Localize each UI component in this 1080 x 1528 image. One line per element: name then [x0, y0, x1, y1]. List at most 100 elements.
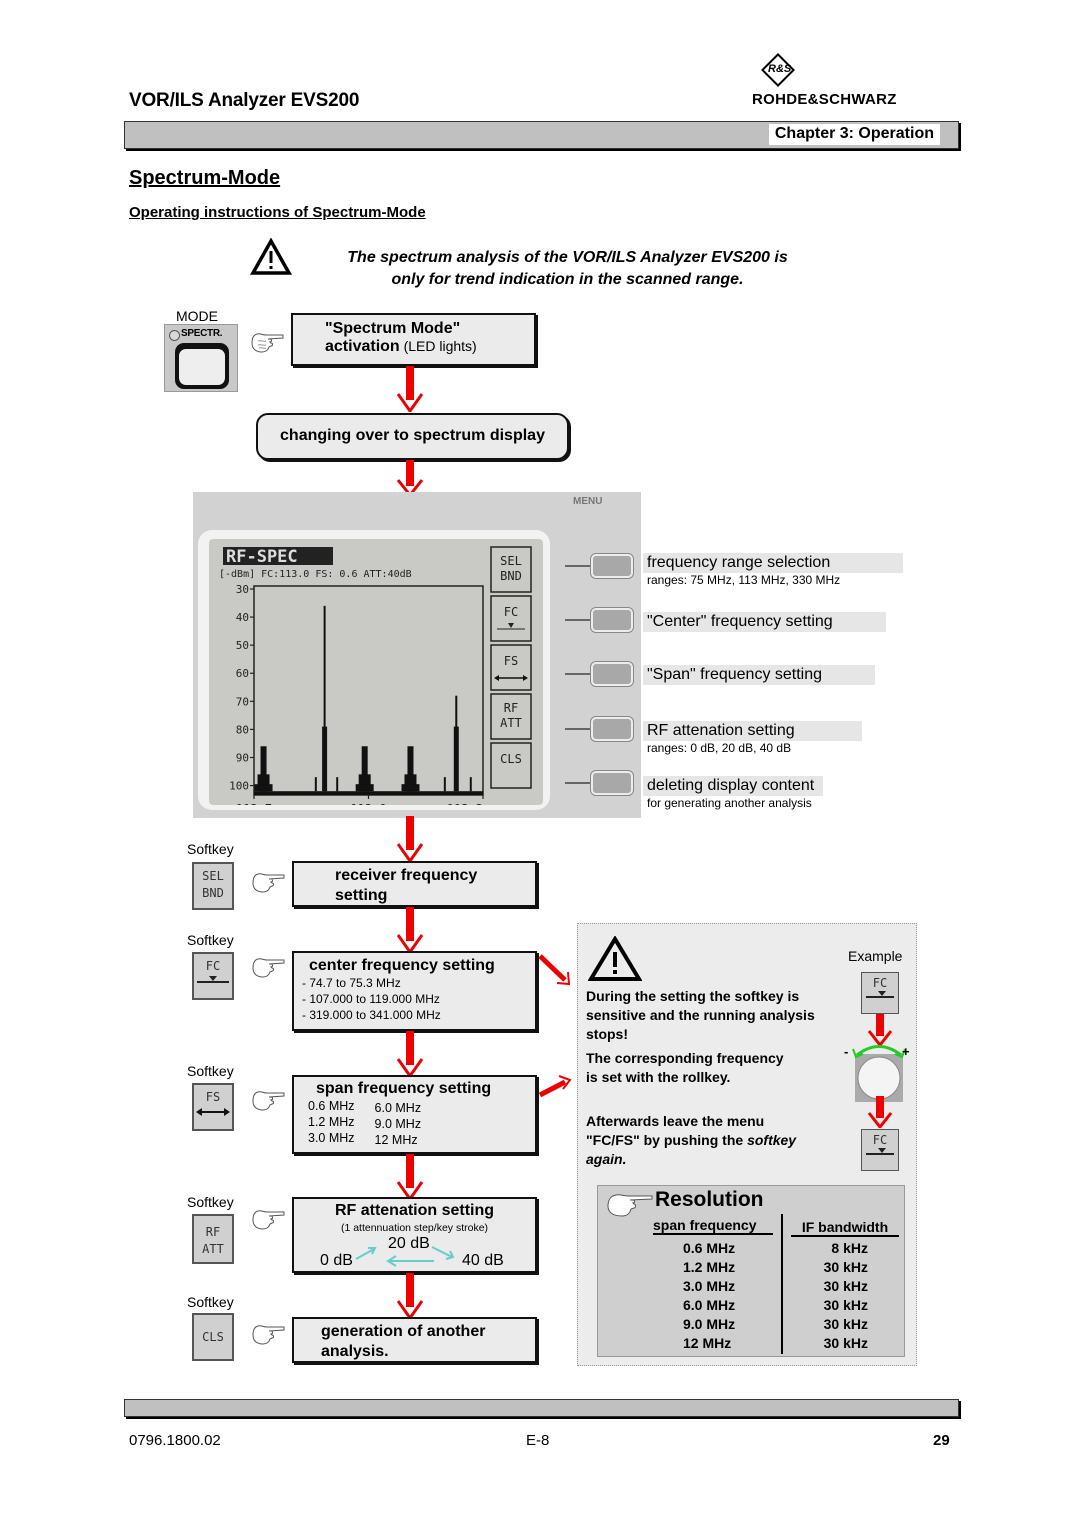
flow-arrow — [397, 907, 423, 953]
flow-arrow — [867, 1096, 893, 1128]
table-row: 12 MHz 30 kHz — [598, 1335, 904, 1354]
resolution-table: Resolution span frequency IF bandwidth 0… — [597, 1185, 905, 1357]
rf-attenuation-box: RF attenation setting (1 attennuation st… — [292, 1197, 537, 1273]
key-description-4: RF attenation setting ranges: 0 dB, 20 d… — [643, 721, 862, 755]
y-tick-label: 70 — [236, 695, 249, 708]
flow-arrow — [397, 460, 423, 496]
att-level-0: 0 dB — [320, 1252, 353, 1269]
menu-key-2[interactable] — [591, 608, 633, 632]
lcd-softkey-label: FC — [504, 605, 518, 619]
warning-icon — [250, 238, 292, 275]
peak-bar — [469, 777, 472, 792]
chapter-label: Chapter 3: Operation — [768, 124, 940, 145]
lcd-softkey-label: CLS — [500, 752, 522, 766]
spectr-mode-button[interactable]: SPECTR. — [164, 324, 238, 392]
table-row: 0.6 MHz 8 kHz — [598, 1240, 904, 1259]
y-tick-label: 60 — [236, 667, 249, 680]
rollkey-plus: + — [902, 1044, 910, 1059]
x-tick-label: 112.7 — [236, 802, 272, 805]
rollkey-minus: - — [844, 1044, 849, 1059]
spectrum-chart: RF-SPEC [-dBm] FC:113.0 FS: 0.6 ATT:40dB 3… — [219, 546, 532, 827]
y-tick-label: 30 — [236, 583, 249, 596]
fc-marker-icon — [197, 976, 229, 983]
softkey-fs[interactable]: FS — [192, 1083, 234, 1131]
pointing-hand-icon — [607, 1194, 653, 1217]
fs-arrow-icon — [523, 675, 528, 681]
peak-skirt — [401, 784, 420, 792]
key-description-5: deleting display content for generating … — [643, 776, 823, 810]
flow-arrow — [397, 1031, 423, 1077]
receiver-frequency-box: receiver frequency setting — [292, 861, 537, 907]
y-tick-label: 90 — [236, 751, 249, 764]
lcd-softkey-label: FS — [504, 654, 518, 668]
document-title: VOR/ILS Analyzer EVS200 — [129, 90, 360, 111]
peak-bar — [453, 726, 459, 792]
span-frequency-cell: 1.2 MHz — [683, 1259, 736, 1275]
section-subtitle: Operating instructions of Spectrum-Mode — [129, 204, 426, 221]
menu-label: MENU — [573, 496, 603, 507]
menu-key-3[interactable] — [591, 662, 633, 686]
softkey-fc[interactable]: FC — [192, 952, 234, 1000]
table-row: 9.0 MHz 30 kHz — [598, 1316, 904, 1335]
softkey-cls[interactable]: CLS — [192, 1313, 234, 1361]
softkey-label: Softkey — [187, 1194, 234, 1210]
doc-number: 0796.1800.02 — [129, 1432, 221, 1449]
spectr-label: SPECTR. — [181, 328, 223, 339]
if-bandwidth-cell: 8 kHz — [831, 1240, 868, 1256]
table-row: 6.0 MHz 30 kHz — [598, 1297, 904, 1316]
example-label: Example — [848, 948, 903, 964]
lcd-title: RF-SPEC — [226, 547, 298, 567]
pointing-hand-icon — [252, 1091, 285, 1111]
flow-arrow — [397, 1154, 423, 1200]
if-bandwidth-cell: 30 kHz — [823, 1297, 868, 1313]
lcd-screen: RF-SPEC [-dBm] FC:113.0 FS: 0.6 ATT:40dB 3… — [209, 539, 543, 827]
y-tick-label: 50 — [236, 639, 249, 652]
menu-key-1[interactable] — [591, 554, 633, 578]
pointing-hand-icon — [252, 958, 285, 978]
span-frequency-cell: 12 MHz — [683, 1335, 732, 1351]
flow-arrow — [397, 816, 423, 862]
example-fc-key: FC — [861, 972, 899, 1014]
peak-bar — [314, 777, 317, 792]
span-frequency-box: span frequency setting 0.6 MHz 1.2 MHz 3… — [292, 1075, 537, 1154]
att-level-40: 40 dB — [462, 1252, 504, 1269]
footer-bar — [124, 1399, 959, 1417]
x-tick-label: 113.0 — [350, 802, 386, 805]
softkey-label: Softkey — [187, 1294, 234, 1310]
noise-floor — [254, 791, 483, 795]
flow-arrow — [397, 366, 423, 412]
span-frequency-cell: 9.0 MHz — [683, 1316, 736, 1332]
peak-bar — [336, 777, 339, 792]
lcd-softkey-label: BND — [500, 569, 522, 583]
span-frequency-cell: 3.0 MHz — [683, 1278, 736, 1294]
lcd-softkey-label: ATT — [500, 716, 522, 730]
key-description-2: "Center" frequency setting — [643, 612, 886, 632]
key-description-3: "Span" frequency setting — [643, 665, 875, 685]
span-frequency-cell: 6.0 MHz — [683, 1297, 736, 1313]
flow-arrow — [397, 1273, 423, 1319]
col-header-if: IF bandwidth — [791, 1219, 899, 1237]
peak-skirt — [254, 784, 273, 792]
lcd-softkey-label: SEL — [500, 554, 522, 568]
brand-name: ROHDE&SCHWARZ — [752, 91, 897, 108]
pointing-hand-icon — [252, 1210, 285, 1230]
softkey-rf-att[interactable]: RF ATT — [192, 1214, 234, 1264]
peak-bar — [443, 777, 446, 792]
col-header-span: span frequency — [653, 1217, 773, 1235]
table-row: 1.2 MHz 30 kHz — [598, 1259, 904, 1278]
menu-key-5[interactable] — [591, 771, 633, 795]
pointing-hand-icon — [252, 1325, 285, 1345]
plot-frame — [253, 585, 484, 796]
lcd-status-line: [-dBm] FC:113.0 FS: 0.6 ATT:40dB — [219, 569, 412, 580]
if-bandwidth-cell: 30 kHz — [823, 1335, 868, 1351]
peak-bar — [322, 726, 328, 792]
if-bandwidth-cell: 30 kHz — [823, 1259, 868, 1275]
if-bandwidth-cell: 30 kHz — [823, 1316, 868, 1332]
mode-label: MODE — [176, 308, 218, 324]
resolution-title: Resolution — [655, 1188, 764, 1211]
device-front-panel: MENU RF-SPEC [-dBm] FC:113.0 FS: 0.6 ATT:… — [193, 492, 641, 827]
menu-key-4[interactable] — [591, 717, 633, 741]
softkey-sel-bnd[interactable]: SEL BND — [192, 862, 234, 910]
softkey-label: Softkey — [187, 1063, 234, 1079]
pointing-hand-icon — [251, 333, 284, 353]
